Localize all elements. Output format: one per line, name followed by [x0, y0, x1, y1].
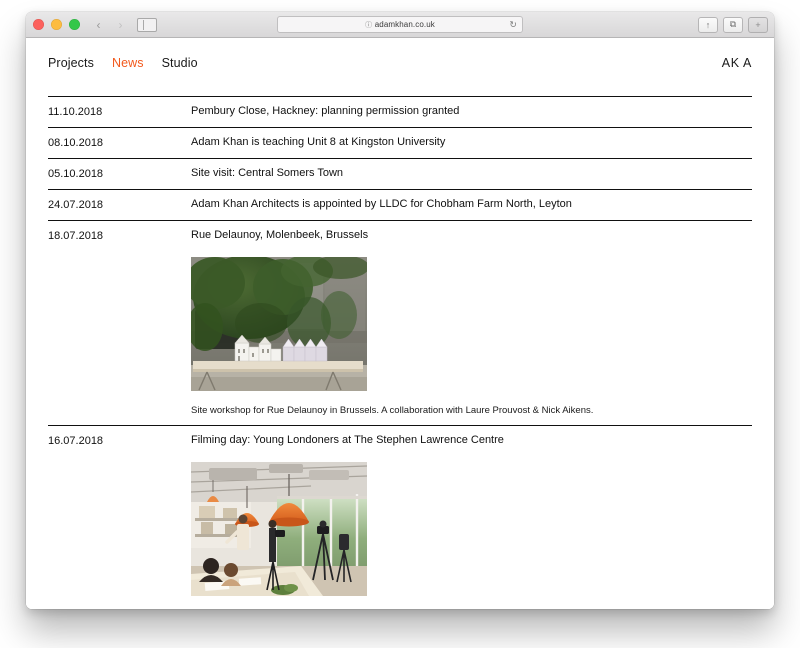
news-list-item[interactable]: 05.10.2018 Site visit: Central Somers To… — [48, 158, 752, 189]
news-title[interactable]: Pembury Close, Hackney: planning permiss… — [191, 104, 752, 119]
toolbar-right-group: ↑ ⧉ + — [698, 12, 768, 37]
news-title[interactable]: Filming day: Young Londoners at The Step… — [191, 433, 752, 448]
news-photo-stephen-lawrence-centre — [191, 462, 367, 596]
news-title[interactable]: Adam Khan Architects is appointed by LLD… — [191, 197, 752, 212]
news-body: Rue Delaunoy, Molenbeek, Brussels Site w… — [191, 228, 752, 418]
site-navigation: Projects News Studio AK A — [26, 38, 774, 70]
news-figure — [191, 462, 752, 596]
nav-item-news[interactable]: News — [112, 56, 144, 70]
share-icon[interactable]: ↑ — [698, 16, 718, 33]
news-title[interactable]: Adam Khan is teaching Unit 8 at Kingston… — [191, 135, 752, 150]
news-title[interactable]: Site visit: Central Somers Town — [191, 166, 752, 181]
news-body: Site visit: Central Somers Town — [191, 166, 752, 181]
news-list-item[interactable]: 18.07.2018 Rue Delaunoy, Molenbeek, Brus… — [48, 220, 752, 425]
reload-icon[interactable]: ↻ — [509, 19, 517, 30]
zoom-window-button[interactable] — [69, 19, 80, 30]
back-icon[interactable]: ‹ — [92, 18, 105, 32]
nav-item-studio[interactable]: Studio — [162, 56, 198, 70]
news-list-item[interactable]: 16.07.2018 Filming day: Young Londoners … — [48, 425, 752, 609]
news-list: 11.10.2018 Pembury Close, Hackney: plann… — [48, 96, 752, 609]
browser-window: ‹ › ⓘ adamkhan.co.uk ↻ ↑ ⧉ + Projects Ne… — [26, 12, 774, 609]
news-caption: Site workshop for Rue Delaunoy in Brusse… — [191, 405, 594, 416]
news-date: 18.07.2018 — [48, 230, 104, 242]
content-clip-edge — [26, 603, 774, 609]
news-date: 05.10.2018 — [48, 168, 104, 180]
news-body: Adam Khan is teaching Unit 8 at Kingston… — [191, 135, 752, 150]
news-date: 08.10.2018 — [48, 137, 104, 149]
news-body: Pembury Close, Hackney: planning permiss… — [191, 104, 752, 119]
news-date: 16.07.2018 — [48, 435, 104, 447]
new-tab-icon[interactable]: + — [748, 16, 768, 33]
news-date: 11.10.2018 — [48, 106, 103, 118]
news-title[interactable]: Rue Delaunoy, Molenbeek, Brussels — [191, 228, 752, 243]
news-body: Adam Khan Architects is appointed by LLD… — [191, 197, 752, 212]
address-bar[interactable]: ⓘ adamkhan.co.uk ↻ — [277, 16, 523, 33]
news-date: 24.07.2018 — [48, 199, 104, 211]
minimize-window-button[interactable] — [51, 19, 62, 30]
news-list-item[interactable]: 24.07.2018 Adam Khan Architects is appoi… — [48, 189, 752, 220]
news-list-item[interactable]: 08.10.2018 Adam Khan is teaching Unit 8 … — [48, 127, 752, 158]
tab-overview-icon[interactable]: ⧉ — [723, 16, 743, 33]
nav-item-projects[interactable]: Projects — [48, 56, 94, 70]
sidebar-toggle-icon[interactable] — [137, 17, 157, 32]
news-figure — [191, 257, 752, 391]
news-photo-rue-delaunoy — [191, 257, 367, 391]
window-controls — [33, 19, 80, 30]
news-body: Filming day: Young Londoners at The Step… — [191, 433, 752, 609]
site-logo[interactable]: AK A — [722, 56, 752, 70]
close-window-button[interactable] — [33, 19, 44, 30]
web-page-content: Projects News Studio AK A 11.10.2018 Pem… — [26, 38, 774, 609]
navigation-buttons: ‹ › — [92, 18, 127, 32]
desktop-backdrop: ‹ › ⓘ adamkhan.co.uk ↻ ↑ ⧉ + Projects Ne… — [0, 0, 800, 648]
lock-icon: ⓘ — [365, 21, 373, 29]
news-list-item[interactable]: 11.10.2018 Pembury Close, Hackney: plann… — [48, 96, 752, 127]
address-bar-text: adamkhan.co.uk — [374, 20, 435, 29]
browser-toolbar: ‹ › ⓘ adamkhan.co.uk ↻ ↑ ⧉ + — [26, 12, 774, 38]
forward-icon[interactable]: › — [114, 18, 127, 32]
